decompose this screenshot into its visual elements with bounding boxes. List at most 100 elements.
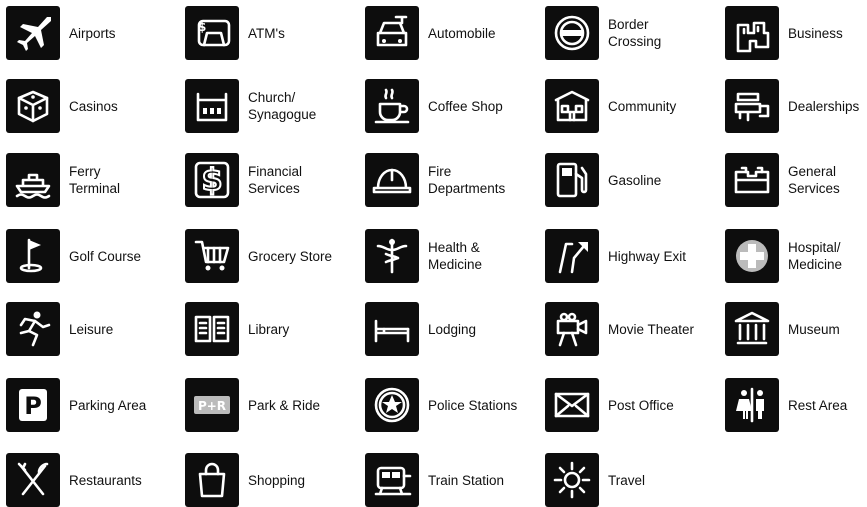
envelope-icon: [545, 378, 599, 432]
atm-icon: $: [185, 6, 239, 60]
legend-item-hospital-cross: Hospital/ Medicine: [725, 229, 842, 283]
runner-icon: [6, 302, 60, 356]
legend-item-atm: $ ATM's: [185, 6, 285, 60]
legend-item-restroom: Rest Area: [725, 378, 847, 432]
parking-icon: P: [6, 378, 60, 432]
legend-item-highway-exit: Highway Exit: [545, 229, 686, 283]
legend-item-label: Travel: [608, 472, 646, 488]
legend-item-label: Parking Area: [69, 397, 147, 413]
legend-item-label: Train Station: [428, 472, 505, 488]
legend-item-label: ATM's: [248, 25, 285, 41]
legend-item-label: Automobile: [428, 25, 496, 41]
legend-item-golf-flag: Golf Course: [6, 229, 141, 283]
community-building-icon: [545, 79, 599, 133]
general-services-icon: [725, 153, 779, 207]
open-book-icon: [185, 302, 239, 356]
sun-icon: [545, 453, 599, 507]
legend-item-museum: Museum: [725, 302, 840, 356]
legend-item-dollar-sign: $ Financial Services: [185, 153, 302, 207]
legend-item-movie-camera: Movie Theater: [545, 302, 694, 356]
legend-item-fire-helmet: Fire Departments: [365, 153, 505, 207]
legend-item-label: Leisure: [69, 321, 114, 337]
shopping-bag-icon: [185, 453, 239, 507]
legend-item-label: Hospital/ Medicine: [788, 240, 843, 272]
legend-item-label: Post Office: [608, 397, 674, 413]
golf-flag-icon: [6, 229, 60, 283]
museum-icon: [725, 302, 779, 356]
legend-item-shopping-bag: Shopping: [185, 453, 305, 507]
legend-item-envelope: Post Office: [545, 378, 674, 432]
legend-item-label: Rest Area: [788, 397, 848, 413]
legend-item-train: Train Station: [365, 453, 504, 507]
legend-item-sun: Travel: [545, 453, 645, 507]
church-icon: [185, 79, 239, 133]
svg-text:$: $: [202, 163, 223, 198]
legend-item-business: Business: [725, 6, 843, 60]
legend-item-label: Ferry Terminal: [69, 164, 121, 196]
legend-item-label: Golf Course: [69, 248, 142, 264]
park-and-ride-icon: P+R: [185, 378, 239, 432]
hospital-cross-icon: [725, 229, 779, 283]
automobile-icon: [365, 6, 419, 60]
legend-item-airplane: Airports: [6, 6, 116, 60]
legend-item-parking: P Parking Area: [6, 378, 146, 432]
legend-item-label: Museum: [788, 321, 840, 337]
bed-icon: [365, 302, 419, 356]
legend-item-label: Movie Theater: [608, 321, 695, 337]
legend-item-border-crossing: Border Crossing: [545, 6, 661, 60]
shopping-cart-icon: [185, 229, 239, 283]
legend-item-park-and-ride: P+R Park & Ride: [185, 378, 320, 432]
legend-item-general-services: General Services: [725, 153, 840, 207]
legend-item-label: Casinos: [69, 98, 118, 114]
restroom-icon: [725, 378, 779, 432]
movie-camera-icon: [545, 302, 599, 356]
fuel-pump-icon: [545, 153, 599, 207]
svg-text:$: $: [198, 20, 206, 34]
dollar-sign-icon: $: [185, 153, 239, 207]
dice-icon: [6, 79, 60, 133]
highway-exit-icon: [545, 229, 599, 283]
legend-item-label: Financial Services: [248, 164, 303, 196]
caduceus-icon: [365, 229, 419, 283]
legend-item-dealership: Dealerships: [725, 79, 859, 133]
fork-knife-icon: [6, 453, 60, 507]
legend-item-police-badge: Police Stations: [365, 378, 517, 432]
legend-item-label: Health & Medicine: [428, 240, 483, 272]
poi-icon-legend: Airports $ ATM's Automobile Border Crossing B…: [0, 0, 867, 507]
legend-item-label: Police Stations: [428, 397, 518, 413]
legend-item-automobile: Automobile: [365, 6, 496, 60]
legend-item-label: Shopping: [248, 472, 306, 488]
legend-item-fork-knife: Restaurants: [6, 453, 142, 507]
legend-item-runner: Leisure: [6, 302, 113, 356]
dealership-icon: [725, 79, 779, 133]
business-icon: [725, 6, 779, 60]
legend-item-caduceus: Health & Medicine: [365, 229, 482, 283]
legend-item-label: Grocery Store: [248, 248, 333, 264]
park-and-ride-text: P+R: [198, 399, 226, 413]
legend-item-label: Border Crossing: [608, 17, 662, 49]
legend-item-label: Gasoline: [608, 172, 662, 188]
legend-item-label: Business: [788, 25, 843, 41]
border-crossing-icon: [545, 6, 599, 60]
legend-item-ferry: Ferry Terminal: [6, 153, 120, 207]
legend-item-dice: Casinos: [6, 79, 118, 133]
airplane-icon: [6, 6, 60, 60]
legend-item-church: Church/ Synagogue: [185, 79, 316, 133]
legend-item-label: Community: [608, 98, 677, 114]
legend-item-label: Highway Exit: [608, 248, 687, 264]
legend-item-coffee-cup: Coffee Shop: [365, 79, 503, 133]
legend-item-label: Coffee Shop: [428, 98, 503, 114]
police-badge-icon: [365, 378, 419, 432]
legend-item-label: Park & Ride: [248, 397, 321, 413]
legend-item-label: Airports: [69, 25, 116, 41]
legend-item-bed: Lodging: [365, 302, 476, 356]
legend-item-label: General Services: [788, 164, 840, 196]
coffee-cup-icon: [365, 79, 419, 133]
legend-item-label: Restaurants: [69, 472, 142, 488]
legend-item-community-building: Community: [545, 79, 676, 133]
fire-helmet-icon: [365, 153, 419, 207]
legend-item-label: Church/ Synagogue: [248, 90, 317, 122]
ferry-icon: [6, 153, 60, 207]
legend-item-shopping-cart: Grocery Store: [185, 229, 332, 283]
train-icon: [365, 453, 419, 507]
